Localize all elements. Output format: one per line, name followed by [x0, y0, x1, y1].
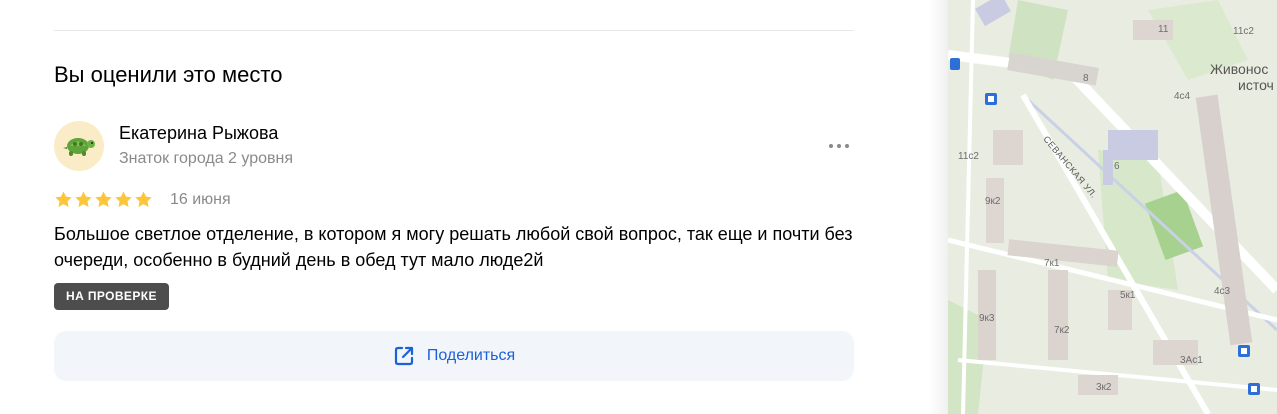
turtle-avatar-icon — [63, 138, 95, 156]
star-icon — [135, 191, 152, 207]
bus-stop-icon[interactable] — [985, 93, 997, 105]
share-button[interactable]: Поделиться — [54, 331, 854, 381]
author-name[interactable]: Екатерина Рыжова — [119, 123, 278, 144]
star-icon — [95, 191, 112, 207]
star-icon — [115, 191, 132, 207]
star-icon — [55, 191, 72, 207]
map-building-label: 4с4 — [1174, 91, 1191, 102]
map-place-label: источ — [1238, 77, 1274, 93]
status-badge: НА ПРОВЕРКЕ — [54, 283, 169, 310]
map-building-label: 3Ас1 — [1180, 355, 1203, 366]
avatar[interactable] — [54, 121, 104, 171]
author-level: Знаток города 2 уровня — [119, 150, 294, 167]
map-building-label: 11с2 — [1233, 26, 1254, 37]
map-building-label: 9к3 — [979, 313, 995, 324]
map-building-label: 9к2 — [985, 196, 1001, 207]
map-building-label: 7к2 — [1054, 325, 1070, 336]
map-building-label: 6 — [1114, 161, 1120, 172]
bus-stop-icon[interactable] — [1248, 383, 1260, 395]
map-building-label: 5к1 — [1120, 290, 1136, 301]
share-label: Поделиться — [426, 347, 516, 364]
map-building-label: 7к1 — [1044, 258, 1060, 269]
map-view[interactable]: 11 11с2 8 Живонос источ 4с4 11с2 6 9к2 7… — [948, 0, 1277, 414]
section-divider — [54, 30, 854, 31]
panel-shadow — [928, 0, 948, 414]
review-text: Большое светлое отделение, в котором я м… — [54, 224, 853, 270]
map-building-label: 11 — [1158, 24, 1169, 35]
more-dots-icon — [829, 144, 833, 148]
more-options-button[interactable] — [822, 136, 856, 156]
star-icon — [75, 191, 92, 207]
map-building-label: 8 — [1083, 73, 1089, 84]
bus-stop-icon[interactable] — [1238, 345, 1250, 357]
share-icon — [394, 346, 413, 366]
section-title: Вы оценили это место — [54, 62, 283, 87]
map-place-label: Живонос — [1210, 61, 1269, 77]
map-building-label: 4с3 — [1214, 286, 1231, 297]
place-review-panel: Вы оценили это место Екатерина Рыжова Зн… — [0, 0, 948, 414]
rating-stars — [54, 190, 153, 209]
map-building-label: 3к2 — [1096, 382, 1112, 393]
map-building-label: 11с2 — [958, 151, 979, 162]
bus-stop-icon[interactable] — [950, 58, 960, 70]
review-date: 16 июня — [170, 191, 231, 208]
